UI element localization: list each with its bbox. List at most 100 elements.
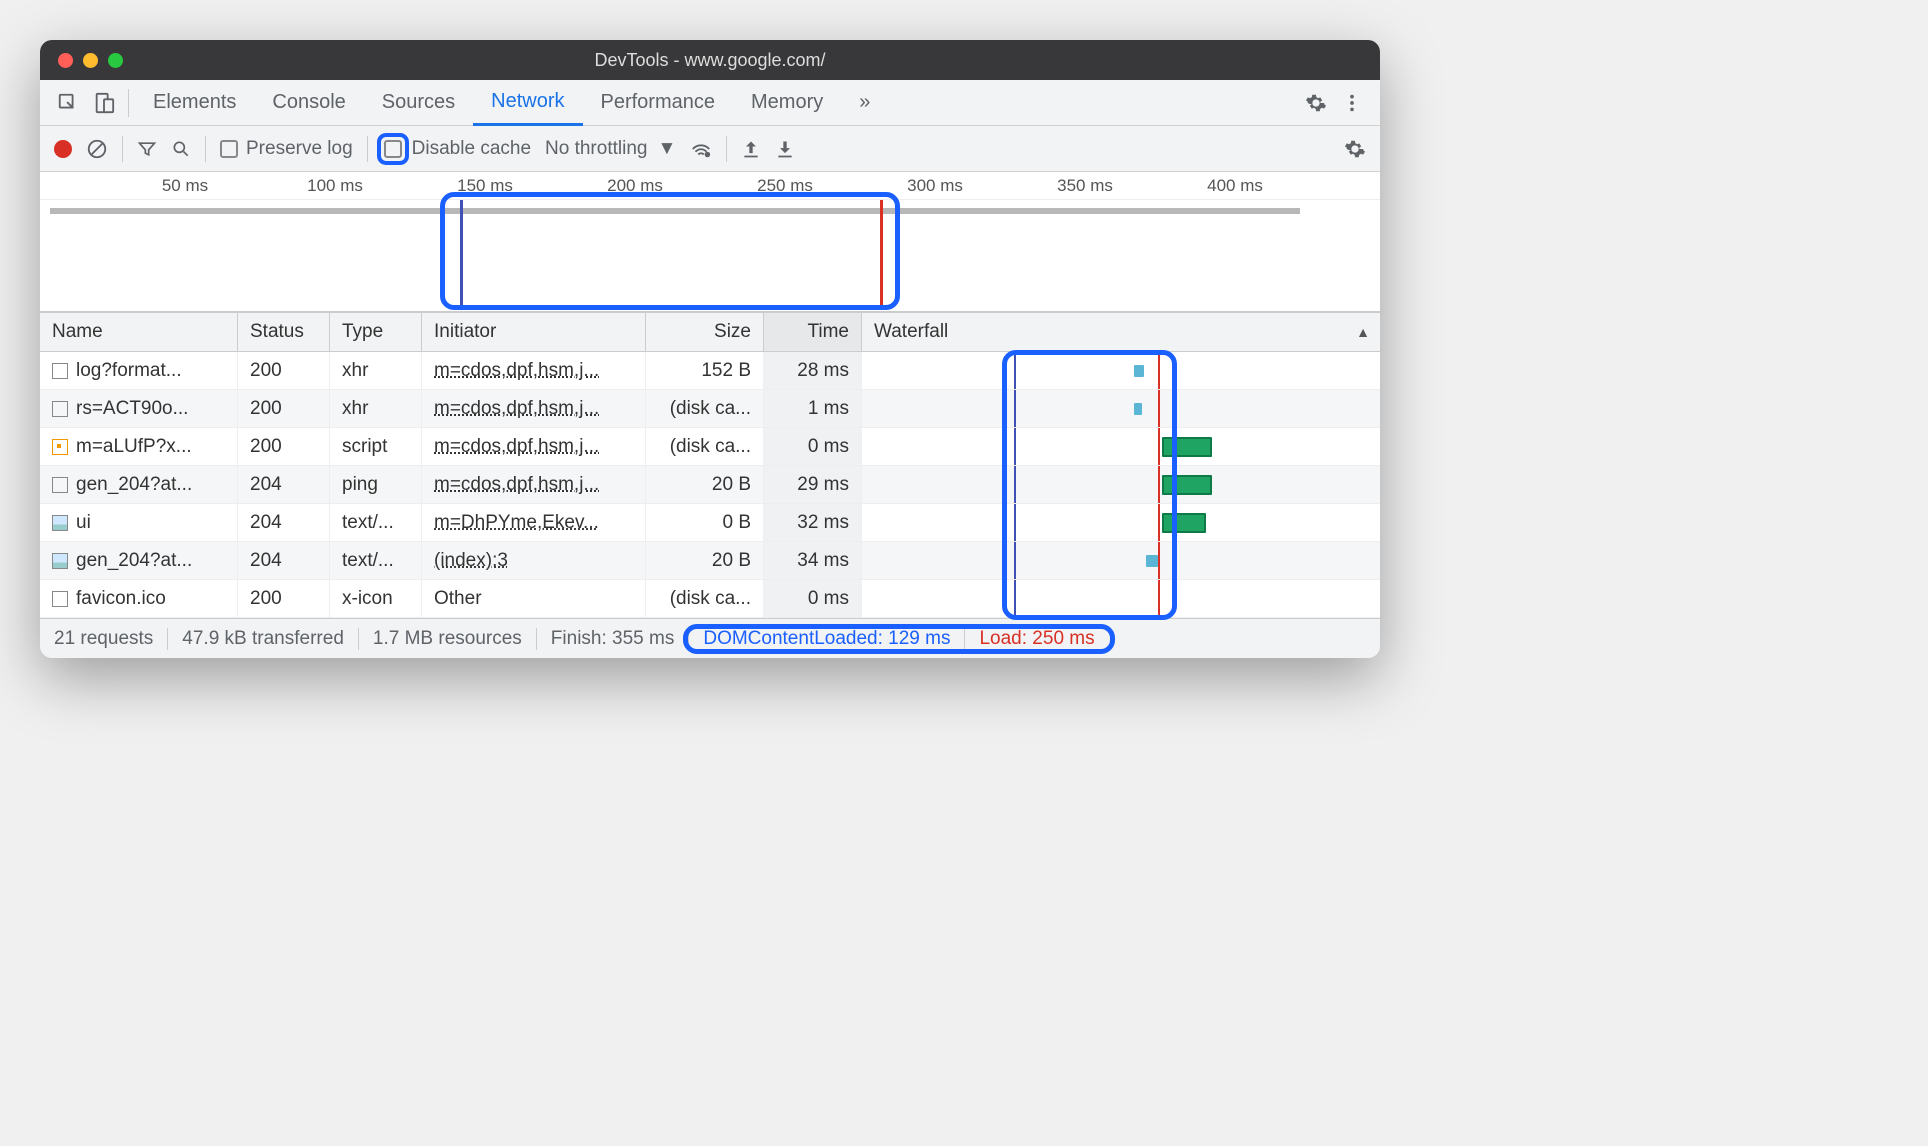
tab-performance[interactable]: Performance bbox=[583, 80, 734, 126]
table-header: Name Status Type Initiator Size Time Wat… bbox=[40, 312, 1380, 352]
preserve-log-checkbox[interactable]: Preserve log bbox=[220, 138, 353, 160]
clear-icon[interactable] bbox=[86, 138, 108, 160]
search-icon[interactable] bbox=[171, 139, 191, 159]
tick-label: 400 ms bbox=[1207, 176, 1263, 196]
status-load: Load: 250 ms bbox=[965, 628, 1108, 650]
cell-size: (disk ca... bbox=[646, 580, 764, 617]
cell-name: ui bbox=[40, 504, 238, 541]
preserve-log-label: Preserve log bbox=[246, 138, 353, 160]
upload-icon[interactable] bbox=[741, 139, 761, 159]
network-conditions-icon[interactable] bbox=[690, 138, 712, 160]
throttling-select[interactable]: No throttling ▼ bbox=[545, 138, 676, 160]
settings-icon[interactable] bbox=[1298, 92, 1334, 114]
table-body: log?format... 200 xhr m=cdos,dpf,hsm,j..… bbox=[40, 352, 1380, 618]
cell-type: x-icon bbox=[330, 580, 422, 617]
separator bbox=[122, 136, 123, 162]
tab-memory[interactable]: Memory bbox=[733, 80, 841, 126]
cell-waterfall bbox=[862, 390, 1380, 427]
cell-time: 0 ms bbox=[764, 428, 862, 465]
col-waterfall[interactable]: Waterfall ▲ bbox=[862, 313, 1380, 351]
cell-time: 32 ms bbox=[764, 504, 862, 541]
cell-initiator[interactable]: Other bbox=[422, 580, 646, 617]
tab-console[interactable]: Console bbox=[254, 80, 363, 126]
file-icon bbox=[52, 477, 68, 493]
load-line bbox=[1158, 580, 1160, 617]
cell-initiator[interactable]: m=cdos,dpf,hsm,j... bbox=[422, 466, 646, 503]
load-line bbox=[1158, 466, 1160, 503]
download-icon[interactable] bbox=[775, 139, 795, 159]
annotation-highlight bbox=[440, 192, 900, 310]
disable-cache-checkbox[interactable]: Disable cache bbox=[382, 138, 531, 160]
table-row[interactable]: favicon.ico 200 x-icon Other (disk ca...… bbox=[40, 580, 1380, 618]
record-button[interactable] bbox=[54, 140, 72, 158]
table-row[interactable]: ui 204 text/... m=DhPYme,Ekev... 0 B 32 … bbox=[40, 504, 1380, 542]
request-table: Name Status Type Initiator Size Time Wat… bbox=[40, 312, 1380, 618]
cell-initiator[interactable]: m=cdos,dpf,hsm,j... bbox=[422, 390, 646, 427]
table-row[interactable]: log?format... 200 xhr m=cdos,dpf,hsm,j..… bbox=[40, 352, 1380, 390]
cell-status: 204 bbox=[238, 466, 330, 503]
tick-label: 100 ms bbox=[307, 176, 363, 196]
network-toolbar: Preserve log Disable cache No throttling… bbox=[40, 126, 1380, 172]
cell-time: 1 ms bbox=[764, 390, 862, 427]
separator bbox=[367, 136, 368, 162]
cell-name: rs=ACT90o... bbox=[40, 390, 238, 427]
table-row[interactable]: rs=ACT90o... 200 xhr m=cdos,dpf,hsm,j...… bbox=[40, 390, 1380, 428]
settings-icon[interactable] bbox=[1344, 138, 1366, 160]
throttling-label: No throttling bbox=[545, 138, 647, 160]
inspect-icon[interactable] bbox=[50, 92, 86, 114]
annotation-highlight: DOMContentLoaded: 129 ms Load: 250 ms bbox=[689, 628, 1108, 650]
more-icon[interactable] bbox=[1334, 92, 1370, 114]
cell-size: 152 B bbox=[646, 352, 764, 389]
tab-network[interactable]: Network bbox=[473, 80, 582, 126]
table-row[interactable]: gen_204?at... 204 ping m=cdos,dpf,hsm,j.… bbox=[40, 466, 1380, 504]
cell-initiator[interactable]: (index):3 bbox=[422, 542, 646, 579]
cell-initiator[interactable]: m=cdos,dpf,hsm,j... bbox=[422, 428, 646, 465]
col-name[interactable]: Name bbox=[40, 313, 238, 351]
cell-initiator[interactable]: m=cdos,dpf,hsm,j... bbox=[422, 352, 646, 389]
cell-name: gen_204?at... bbox=[40, 466, 238, 503]
domcontentloaded-line bbox=[1014, 580, 1016, 617]
table-row[interactable]: gen_204?at... 204 text/... (index):3 20 … bbox=[40, 542, 1380, 580]
cell-initiator[interactable]: m=DhPYme,Ekev... bbox=[422, 504, 646, 541]
col-type[interactable]: Type bbox=[330, 313, 422, 351]
cell-type: text/... bbox=[330, 542, 422, 579]
file-icon bbox=[52, 591, 68, 607]
col-initiator[interactable]: Initiator bbox=[422, 313, 646, 351]
cell-status: 204 bbox=[238, 504, 330, 541]
col-time[interactable]: Time bbox=[764, 313, 862, 351]
timeline-overview[interactable]: 50 ms100 ms150 ms200 ms250 ms300 ms350 m… bbox=[40, 172, 1380, 312]
device-toggle-icon[interactable] bbox=[86, 92, 122, 114]
cell-type: script bbox=[330, 428, 422, 465]
main-tabs: Elements Console Sources Network Perform… bbox=[40, 80, 1380, 126]
cell-status: 200 bbox=[238, 390, 330, 427]
status-finish: Finish: 355 ms bbox=[537, 628, 690, 650]
load-line bbox=[1158, 504, 1160, 541]
load-line bbox=[1158, 352, 1160, 389]
cell-name: gen_204?at... bbox=[40, 542, 238, 579]
cell-time: 29 ms bbox=[764, 466, 862, 503]
domcontentloaded-line bbox=[1014, 542, 1016, 579]
col-size[interactable]: Size bbox=[646, 313, 764, 351]
cell-waterfall bbox=[862, 580, 1380, 617]
checkbox-icon bbox=[220, 140, 238, 158]
cell-status: 204 bbox=[238, 542, 330, 579]
tick-label: 350 ms bbox=[1057, 176, 1113, 196]
tab-sources[interactable]: Sources bbox=[364, 80, 473, 126]
col-status[interactable]: Status bbox=[238, 313, 330, 351]
cell-name: log?format... bbox=[40, 352, 238, 389]
domcontentloaded-line bbox=[1014, 390, 1016, 427]
filter-icon[interactable] bbox=[137, 139, 157, 159]
status-transferred: 47.9 kB transferred bbox=[168, 628, 359, 650]
load-line bbox=[1158, 428, 1160, 465]
cell-name: favicon.ico bbox=[40, 580, 238, 617]
table-row[interactable]: m=aLUfP?x... 200 script m=cdos,dpf,hsm,j… bbox=[40, 428, 1380, 466]
more-tabs[interactable]: » bbox=[841, 80, 888, 126]
file-icon bbox=[52, 439, 68, 455]
tab-elements[interactable]: Elements bbox=[135, 80, 254, 126]
cell-waterfall bbox=[862, 352, 1380, 389]
tick-label: 300 ms bbox=[907, 176, 963, 196]
cell-type: text/... bbox=[330, 504, 422, 541]
cell-waterfall bbox=[862, 466, 1380, 503]
sort-asc-icon: ▲ bbox=[1356, 324, 1370, 340]
cell-size: 0 B bbox=[646, 504, 764, 541]
